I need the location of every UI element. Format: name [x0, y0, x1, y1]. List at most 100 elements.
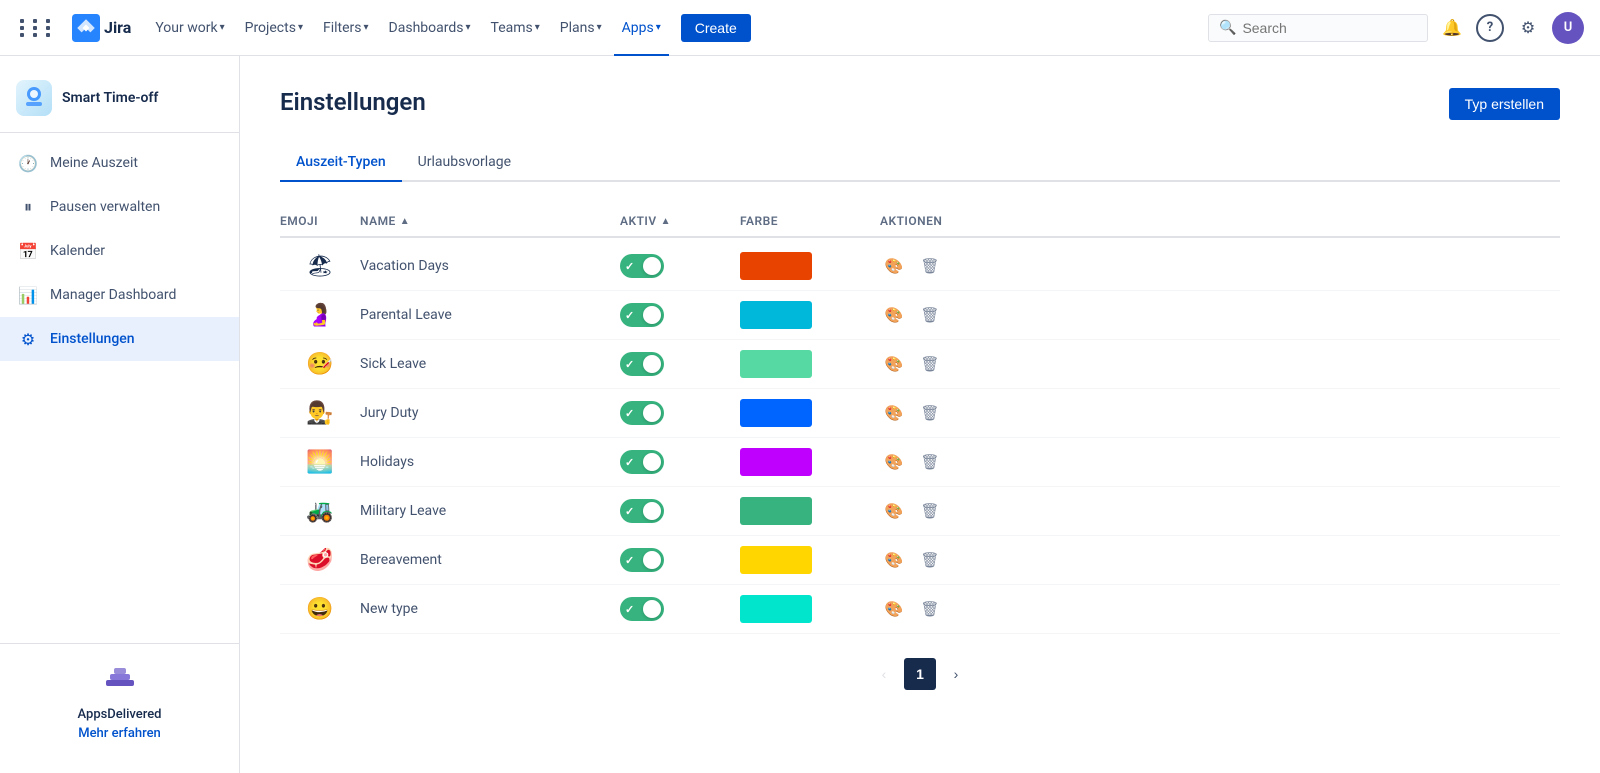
create-type-button[interactable]: Typ erstellen: [1449, 88, 1560, 120]
page-title: Einstellungen: [280, 88, 426, 116]
nav-your-work[interactable]: Your work ▾: [147, 0, 232, 56]
table-row: 👨‍⚖️ Jury Duty ✓ 🎨 🗑: [280, 389, 1560, 438]
emoji-cell: 👨‍⚖️: [280, 401, 360, 426]
user-avatar[interactable]: U: [1552, 12, 1584, 44]
notifications-icon[interactable]: 🔔: [1436, 12, 1468, 44]
active-toggle[interactable]: ✓: [620, 352, 664, 376]
edit-color-icon[interactable]: 🎨: [880, 399, 908, 427]
sidebar: Smart Time-off 🕐 Meine Auszeit ⏸ Pausen …: [0, 56, 240, 773]
sort-icon: ▲: [400, 216, 410, 227]
col-name[interactable]: Name ▲: [360, 214, 620, 228]
name-cell: Military Leave: [360, 503, 620, 519]
check-icon: ✓: [625, 407, 634, 420]
delete-icon[interactable]: 🗑: [916, 301, 944, 329]
color-swatch: [740, 448, 812, 476]
active-toggle[interactable]: ✓: [620, 303, 664, 327]
nav-dashboards[interactable]: Dashboards ▾: [381, 0, 479, 56]
jira-logo[interactable]: Jira: [72, 14, 131, 42]
toggle-cell: ✓: [620, 352, 740, 376]
toggle-knob: [643, 355, 661, 373]
color-cell: [740, 399, 880, 427]
delete-icon[interactable]: 🗑: [916, 595, 944, 623]
manager-icon: 📊: [16, 283, 40, 307]
tab-urlaubsvorlage[interactable]: Urlaubsvorlage: [402, 144, 527, 182]
toggle-cell: ✓: [620, 401, 740, 425]
delete-icon[interactable]: 🗑: [916, 448, 944, 476]
active-toggle[interactable]: ✓: [620, 401, 664, 425]
name-cell: Bereavement: [360, 552, 620, 568]
next-page-button[interactable]: ›: [940, 658, 972, 690]
create-button[interactable]: Create: [681, 14, 751, 42]
nav-apps[interactable]: Apps ▾: [614, 0, 669, 56]
edit-color-icon[interactable]: 🎨: [880, 252, 908, 280]
delete-icon[interactable]: 🗑: [916, 399, 944, 427]
page-1-button[interactable]: 1: [904, 658, 936, 690]
col-aktiv[interactable]: Aktiv ▲: [620, 214, 740, 228]
color-swatch: [740, 301, 812, 329]
search-icon: 🔍: [1219, 20, 1236, 36]
toggle-knob: [643, 306, 661, 324]
check-icon: ✓: [625, 603, 634, 616]
nav-filters[interactable]: Filters ▾: [315, 0, 377, 56]
sidebar-item-einstellungen[interactable]: ⚙ Einstellungen: [0, 317, 239, 361]
table-row: 🚜 Military Leave ✓ 🎨 🗑: [280, 487, 1560, 536]
delete-icon[interactable]: 🗑: [916, 350, 944, 378]
footer-company-name: AppsDelivered: [78, 707, 162, 722]
nav-projects[interactable]: Projects ▾: [237, 0, 311, 56]
active-toggle[interactable]: ✓: [620, 548, 664, 572]
actions-cell: 🎨 🗑: [880, 546, 1000, 574]
edit-color-icon[interactable]: 🎨: [880, 350, 908, 378]
sidebar-app-title: Smart Time-off: [62, 90, 158, 106]
nav-teams[interactable]: Teams ▾: [483, 0, 548, 56]
active-toggle[interactable]: ✓: [620, 254, 664, 278]
table-row: 🤒 Sick Leave ✓ 🎨 🗑: [280, 340, 1560, 389]
sidebar-item-pausen-verwalten[interactable]: ⏸ Pausen verwalten: [0, 185, 239, 229]
nav-plans[interactable]: Plans ▾: [552, 0, 610, 56]
chevron-icon: ▾: [597, 22, 602, 33]
edit-color-icon[interactable]: 🎨: [880, 301, 908, 329]
topnav: Jira Your work ▾ Projects ▾ Filters ▾ Da…: [0, 0, 1600, 56]
actions-cell: 🎨 🗑: [880, 350, 1000, 378]
name-cell: Holidays: [360, 454, 620, 470]
toggle-knob: [643, 502, 661, 520]
table-row: 😀 New type ✓ 🎨 🗑: [280, 585, 1560, 634]
delete-icon[interactable]: 🗑: [916, 252, 944, 280]
edit-color-icon[interactable]: 🎨: [880, 595, 908, 623]
prev-page-button[interactable]: ‹: [868, 658, 900, 690]
chevron-icon: ▾: [465, 22, 470, 33]
emoji-cell: 🏖: [280, 254, 360, 279]
delete-icon[interactable]: 🗑: [916, 546, 944, 574]
edit-color-icon[interactable]: 🎨: [880, 546, 908, 574]
toggle-knob: [643, 453, 661, 471]
footer-learn-more-link[interactable]: Mehr erfahren: [78, 726, 161, 741]
chevron-icon: ▾: [656, 22, 661, 33]
emoji-cell: 🚜: [280, 499, 360, 524]
page-header: Einstellungen Typ erstellen: [280, 88, 1560, 120]
active-toggle[interactable]: ✓: [620, 450, 664, 474]
sidebar-item-kalender[interactable]: 📅 Kalender: [0, 229, 239, 273]
search-input[interactable]: [1242, 20, 1417, 36]
sidebar-footer: AppsDelivered Mehr erfahren: [0, 643, 239, 757]
color-swatch: [740, 399, 812, 427]
apps-grid-icon[interactable]: [16, 15, 60, 41]
search-box[interactable]: 🔍: [1208, 14, 1428, 42]
help-icon[interactable]: ?: [1476, 14, 1504, 42]
edit-color-icon[interactable]: 🎨: [880, 448, 908, 476]
active-toggle[interactable]: ✓: [620, 597, 664, 621]
kalender-icon: 📅: [16, 239, 40, 263]
sidebar-item-manager-dashboard[interactable]: 📊 Manager Dashboard: [0, 273, 239, 317]
color-cell: [740, 595, 880, 623]
settings-icon[interactable]: ⚙: [1512, 12, 1544, 44]
edit-color-icon[interactable]: 🎨: [880, 497, 908, 525]
emoji-cell: 🥩: [280, 548, 360, 573]
name-cell: Parental Leave: [360, 307, 620, 323]
sidebar-item-meine-auszeit[interactable]: 🕐 Meine Auszeit: [0, 141, 239, 185]
check-icon: ✓: [625, 456, 634, 469]
chevron-icon: ▾: [364, 22, 369, 33]
delete-icon[interactable]: 🗑: [916, 497, 944, 525]
active-toggle[interactable]: ✓: [620, 499, 664, 523]
color-swatch: [740, 252, 812, 280]
tab-auszeit-typen[interactable]: Auszeit-Typen: [280, 144, 402, 182]
color-cell: [740, 546, 880, 574]
toggle-knob: [643, 257, 661, 275]
